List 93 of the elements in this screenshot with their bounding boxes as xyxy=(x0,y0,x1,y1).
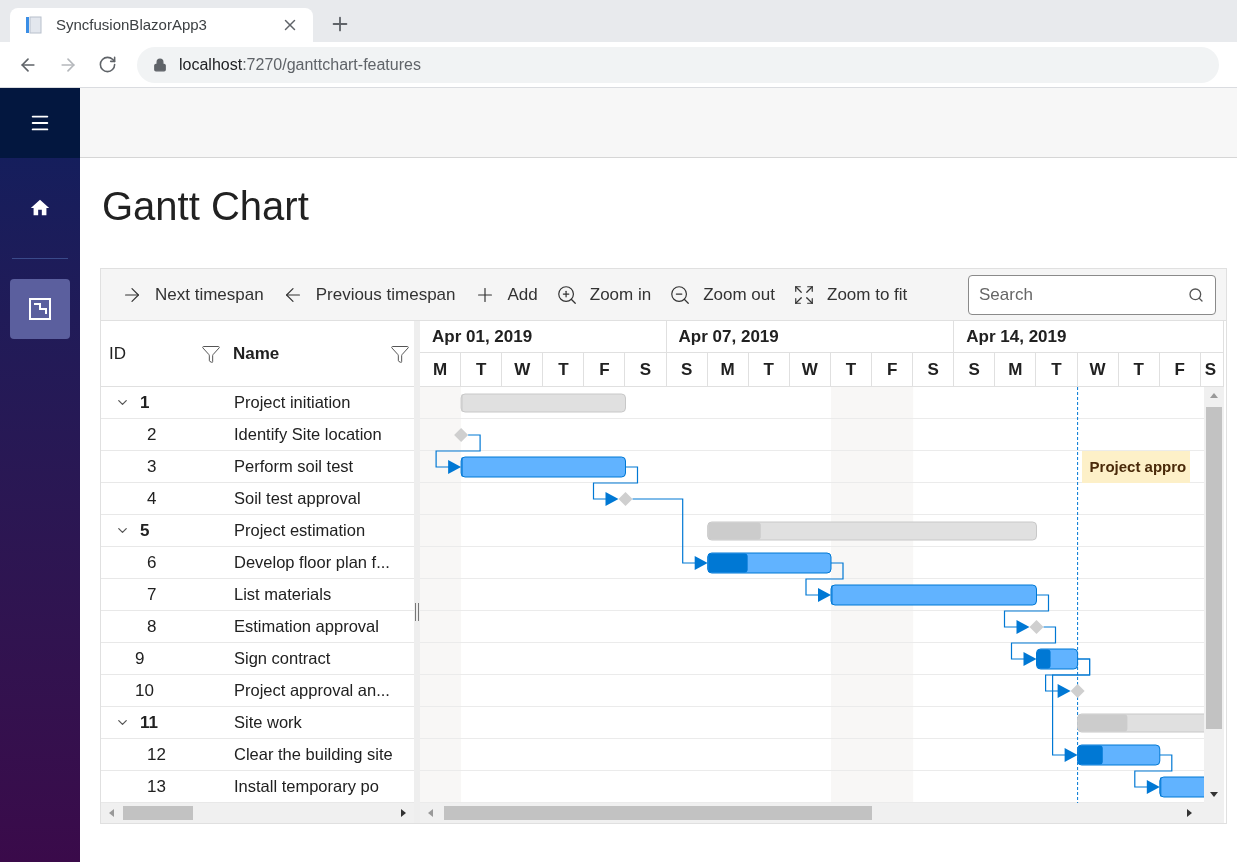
dependency-arrow xyxy=(435,434,481,474)
scroll-right-icon[interactable] xyxy=(398,808,408,818)
filter-icon[interactable] xyxy=(201,343,221,364)
browser-tab[interactable]: SyncfusionBlazorApp3 xyxy=(10,8,313,42)
tab-title: SyncfusionBlazorApp3 xyxy=(56,14,208,35)
toolbar-button[interactable]: Add xyxy=(473,281,538,308)
task-id: 2 xyxy=(147,423,157,446)
address-bar[interactable]: localhost:7270/ganttchart-features xyxy=(137,46,1219,83)
day-header: T xyxy=(1036,352,1078,386)
url-text: localhost:7270/ganttchart-features xyxy=(179,54,421,75)
dependency-arrow xyxy=(1003,594,1050,634)
page-icon xyxy=(24,15,44,35)
day-header: M xyxy=(420,352,462,386)
task-id: 4 xyxy=(147,487,157,510)
day-header: W xyxy=(789,352,831,386)
zoom-out-icon xyxy=(669,283,692,306)
scrollbar-thumb[interactable] xyxy=(123,806,193,820)
day-header: F xyxy=(584,352,626,386)
day-header: T xyxy=(748,352,790,386)
task-name: Install temporary po xyxy=(234,776,379,798)
search-field[interactable]: Search xyxy=(968,274,1216,315)
scrollbar[interactable] xyxy=(1204,387,1224,803)
task-name: Project estimation xyxy=(234,520,366,542)
milestone-diamond xyxy=(454,428,469,442)
dependency-arrow xyxy=(1134,754,1173,794)
milestone-diamond xyxy=(618,492,633,506)
day-header: T xyxy=(830,352,873,386)
week-header: Apr 14, 2019 xyxy=(954,321,1224,352)
task-id: 12 xyxy=(147,743,166,766)
search-icon[interactable] xyxy=(1188,286,1204,303)
filter-icon[interactable] xyxy=(390,343,410,364)
toolbar-button[interactable]: Next timespan xyxy=(121,281,264,308)
day-header: W xyxy=(502,352,544,386)
task-id: 5 xyxy=(140,519,150,542)
milestone-diamond xyxy=(1029,620,1044,634)
task-id: 11 xyxy=(140,711,158,734)
reload-icon[interactable] xyxy=(98,55,117,74)
day-header: T xyxy=(543,352,585,386)
task-id: 8 xyxy=(147,615,157,638)
task-name: Identify Site location xyxy=(234,424,382,446)
task-name: Estimation approval xyxy=(234,616,379,638)
task-name: Site work xyxy=(234,712,302,734)
scrollbar[interactable] xyxy=(420,803,1224,823)
toolbar-button[interactable]: Zoom out xyxy=(669,281,775,308)
task-id: 7 xyxy=(147,583,157,606)
diagram-icon xyxy=(28,297,52,321)
task-id: 13 xyxy=(147,775,166,798)
task-id: 10 xyxy=(135,679,154,702)
task-name: Clear the building site xyxy=(234,744,393,766)
zoom-in-icon xyxy=(555,283,578,306)
zoom-fit-icon xyxy=(793,283,815,306)
dependency-arrow xyxy=(805,562,844,602)
day-header: S xyxy=(1200,352,1224,386)
day-header: F xyxy=(872,352,914,386)
day-header: M xyxy=(995,352,1037,386)
day-header: S xyxy=(625,352,667,386)
scrollbar[interactable] xyxy=(101,803,414,823)
task-name: List materials xyxy=(234,584,332,606)
task-name: Perform soil test xyxy=(234,456,354,478)
task-id: 3 xyxy=(147,455,157,478)
toolbar-button[interactable]: Zoom in xyxy=(555,281,652,308)
toolbar-button[interactable]: Previous timespan xyxy=(281,281,456,308)
column-header[interactable]: Name xyxy=(233,340,390,367)
week-header: Apr 07, 2019 xyxy=(666,321,955,352)
day-header: T xyxy=(461,352,503,386)
task-name: Develop floor plan f... xyxy=(234,552,390,574)
task-bar xyxy=(1159,776,1204,798)
day-header: S xyxy=(913,352,955,386)
scrollbar-thumb[interactable] xyxy=(1206,407,1222,729)
scroll-right-icon[interactable] xyxy=(1184,808,1194,818)
task-id: 9 xyxy=(135,647,145,670)
day-header: S xyxy=(954,352,996,386)
scroll-down-icon[interactable] xyxy=(1209,789,1219,799)
column-header[interactable]: ID xyxy=(109,340,201,367)
tooltip: Project appro xyxy=(1081,451,1191,483)
day-header: W xyxy=(1077,352,1119,386)
day-header: M xyxy=(707,352,749,386)
lock-icon xyxy=(153,57,167,72)
scrollbar-thumb[interactable] xyxy=(444,806,872,820)
page-title: Gantt Chart xyxy=(102,186,310,226)
task-bar xyxy=(1036,648,1079,670)
toolbar-button[interactable]: Zoom to fit xyxy=(793,281,908,308)
week-header: Apr 01, 2019 xyxy=(420,321,667,352)
task-id: 1 xyxy=(140,391,150,414)
task-name: Soil test approval xyxy=(234,488,361,510)
task-name: Project approval an... xyxy=(234,680,390,702)
task-name: Sign contract xyxy=(234,648,331,670)
day-header: T xyxy=(1118,352,1160,386)
task-id: 6 xyxy=(147,551,157,574)
milestone-diamond xyxy=(1070,684,1085,698)
day-header: F xyxy=(1159,352,1201,386)
day-header: S xyxy=(666,352,708,386)
task-name: Project initiation xyxy=(234,392,351,414)
